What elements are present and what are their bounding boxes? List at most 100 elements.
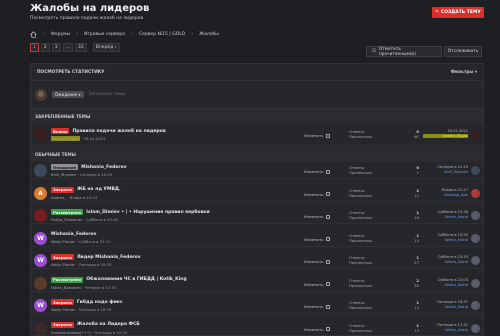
last-post-date[interactable]: Суббота в 15:36 [423,210,468,214]
avatar[interactable] [471,166,480,175]
page-subtitle[interactable]: Посмотреть правила подачи жалоб на лидер… [30,16,143,21]
thread-row[interactable]: Рассмотрено Обжалование ЧС в ГИБДД | Koti… [31,275,483,292]
watch-button[interactable]: Отслеживать [444,46,482,57]
thread-author[interactable]: Wolly Plortar [51,239,75,244]
next-page-button[interactable]: Вперёд › [92,43,120,52]
thread-row[interactable]: W Mishania_Fedorov Wolly Plortar · Суббота… [31,230,483,247]
edit-link[interactable]: Изменить [304,169,331,174]
avatar[interactable] [471,301,480,310]
avatar[interactable] [471,233,480,243]
edit-link[interactable]: Изменить [304,304,331,309]
last-post-user[interactable]: Sekiro_Astral [423,215,468,219]
last-post-date[interactable]: Сегодня в 12:29 [423,165,468,169]
thread-title[interactable]: Жалоба на Лидера ФСБ [77,322,140,327]
create-thread-button[interactable]: ✎ СОЗДАТЬ ТЕМУ [432,7,484,18]
last-post-date[interactable]: Суббота в 21:03 [423,278,468,282]
status-badge[interactable]: Ожидание [51,164,79,170]
filters-button[interactable]: Фильтры ▾ [451,70,477,75]
status-badge[interactable]: Закрыто [51,299,74,305]
last-post-user[interactable]: Sekiro_Astral [423,238,468,242]
thread-date[interactable]: Сегодня в 12:29 [80,172,112,177]
thread-date[interactable]: Суббота в 21:17 [79,239,111,244]
avatar[interactable] [471,323,480,333]
thread-title-input[interactable]: Заголовок темы [89,92,126,97]
last-post-date[interactable]: 19.01.2021 [423,129,468,133]
breadcrumb-complaints[interactable]: Жалобы [199,32,219,37]
thread-row[interactable]: A Закрыто ЖБ на лд УМВД. Andres_ · Вчера в … [31,185,483,202]
status-badge[interactable]: Закрыто [51,254,74,260]
home-icon[interactable] [30,30,37,38]
edit-link[interactable]: Изменить [304,133,331,138]
thread-title[interactable]: Islam_Dimiev • | • Нарушение правил верб… [86,210,209,215]
page-1[interactable]: 1 [30,43,39,52]
thread-row[interactable]: Ожидание Mishania_Fedorov Kirill_Myneen · … [31,162,483,179]
edit-link[interactable]: Изменить [304,259,331,264]
page-3[interactable]: 3 [51,43,61,52]
thread-author[interactable]: Wolly Plortar [51,262,75,267]
prefix-select[interactable]: Ожидание ▾ [52,91,84,98]
last-post-user[interactable]: Sandor_Kligan [423,134,468,138]
thread-title[interactable]: Гибдд надо фикс [77,300,123,305]
thread-row[interactable]: W Закрыто Гибдд надо фикс Wolly Plortar · П… [31,297,483,314]
avatar[interactable] [34,164,47,177]
status-badge[interactable]: Важно [51,128,70,134]
thread-author[interactable]: Wolly Plortar [51,307,75,312]
avatar[interactable] [34,276,47,290]
thread-date[interactable]: Суббота в 23:49 [86,217,118,222]
status-badge[interactable]: Закрыто [51,186,74,193]
thread-date[interactable]: Вчера в 12:03 [70,195,98,200]
last-post-user[interactable]: Dazzling_Ado [423,193,468,197]
avatar[interactable]: W [34,254,47,267]
last-post-user[interactable]: Sekiro_Astral [423,283,468,287]
last-post-user[interactable]: Sekiro_Astral [423,305,468,309]
thread-row[interactable]: W Закрыто Лидер Mishania_Fedorov Wolly Plor… [31,252,483,269]
last-post-user[interactable]: Sekiro_Astral [423,328,468,332]
thread-title[interactable]: Правила подачи жалоб на лидеров [72,129,165,134]
thread-title[interactable]: Лидер Mishania_Fedorov [77,255,141,260]
thread-title[interactable]: ЖБ на лд УМВД. [77,187,121,192]
avatar[interactable]: W [34,299,47,312]
last-post-date[interactable]: Пятница в 18:37 [423,300,468,304]
edit-link[interactable]: Изменить [304,192,331,197]
thread-author[interactable]: Pasha_Ordzonov [51,217,82,222]
mark-read-button[interactable]: ☑ Отметить прочитанным(и) [366,46,442,57]
avatar[interactable]: W [34,231,47,245]
page-ellipsis[interactable]: ... [62,43,73,52]
breadcrumb-servers[interactable]: Игровые сервера [84,32,125,37]
page-33[interactable]: 33 [74,43,87,52]
avatar[interactable] [34,321,47,335]
edit-link[interactable]: Изменить [304,214,331,219]
thread-title[interactable]: Mishania_Fedorov [81,165,126,170]
avatar[interactable] [34,209,47,222]
thread-title[interactable]: Mishania_Fedorov [51,232,96,237]
last-post-date[interactable]: Пятница в 17:31 [423,323,468,327]
edit-link[interactable]: Изменить [304,327,331,332]
thread-date[interactable]: Пятница в 18:33 [79,307,112,312]
thread-author[interactable]: Nikita_Bondarin [51,285,81,290]
breadcrumb-server-15[interactable]: Сервер №15 | GOLD [139,32,185,37]
status-badge[interactable]: Рассмотрено [51,209,84,215]
thread-row[interactable]: Закрыто Жалоба на Лидера ФСБ SashaDrozdkov… [31,320,483,336]
pinned-thread-row[interactable]: Важно Правила подачи жалоб на лидеров Sand… [31,126,483,146]
last-post-date[interactable]: Суббота в 15:30 [423,233,468,237]
last-post-user[interactable]: Sekiro_Astral [423,260,468,264]
thread-row[interactable]: Рассмотрено Islam_Dimiev • | • Нарушение … [31,207,483,224]
thread-author[interactable]: SashaDrozdkov[•+•] [51,330,91,335]
last-post-user[interactable]: Kirill_Myneen [423,170,468,174]
avatar[interactable]: A [34,186,47,200]
avatar[interactable] [34,128,47,141]
status-badge[interactable]: Закрыто [51,321,74,328]
edit-link[interactable]: Изменить [304,282,331,287]
thread-date[interactable]: Четверг в 13:33 [85,285,117,290]
breadcrumb-forums[interactable]: Форумы [51,32,70,37]
thread-title[interactable]: Обжалование ЧС в ГИБДД | Kotik_King [86,277,186,282]
thread-date[interactable]: 19.01.2021 [84,136,106,141]
thread-author[interactable]: Kirill_Myneen [51,172,76,177]
status-badge[interactable]: Рассмотрено [51,276,84,283]
avatar[interactable] [471,130,480,139]
avatar[interactable] [471,256,480,265]
last-post-date[interactable]: Суббота в 15:33 [423,255,468,259]
page-2[interactable]: 2 [40,43,50,52]
avatar[interactable] [471,188,480,198]
stats-link[interactable]: ПОСМОТРЕТЬ СТАТИСТИКУ [37,70,105,75]
